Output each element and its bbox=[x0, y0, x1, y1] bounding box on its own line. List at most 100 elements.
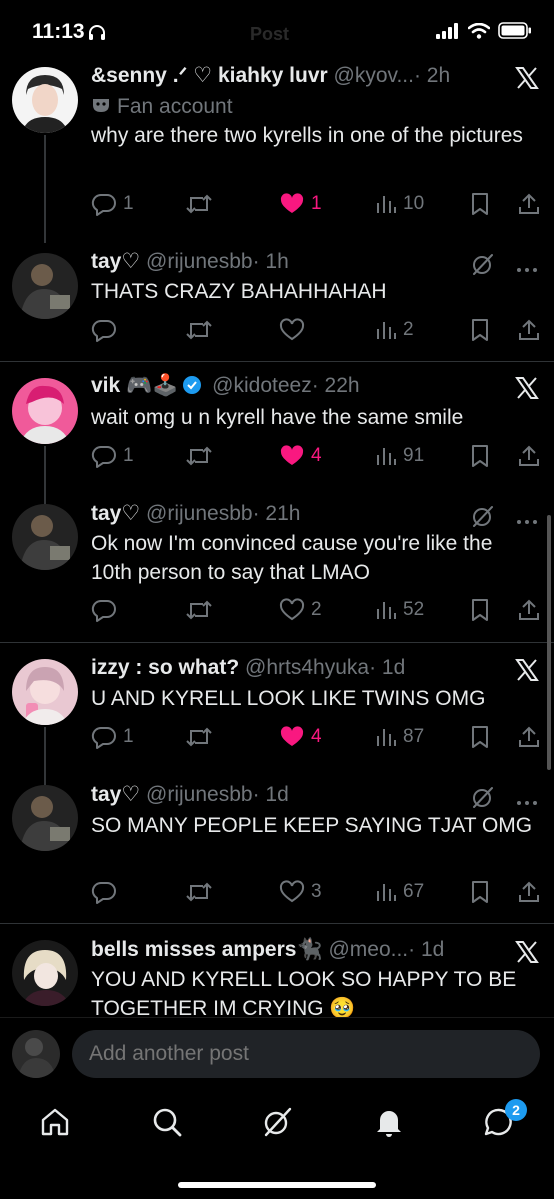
page-title: Post bbox=[250, 24, 290, 44]
avatar[interactable] bbox=[12, 67, 78, 133]
grok-icon[interactable] bbox=[470, 503, 496, 529]
avatar[interactable] bbox=[12, 253, 78, 319]
grok-icon[interactable] bbox=[470, 784, 496, 810]
liked-heart-icon bbox=[280, 193, 304, 213]
post-header: vik 🎮🕹️ @kidoteez· 22h bbox=[91, 373, 490, 399]
bookmark-icon[interactable] bbox=[469, 725, 491, 749]
avatar[interactable] bbox=[12, 940, 78, 1006]
replies-feed[interactable]: &senny .ᐟ ♡ kiahky luvr @kyov...· 2h Fan… bbox=[0, 55, 554, 1017]
more-options-icon[interactable] bbox=[516, 519, 538, 525]
more-options-icon[interactable] bbox=[516, 267, 538, 273]
post-header: tay♡ @rijunesbb· 21h bbox=[91, 501, 490, 527]
post-time: · 1d bbox=[369, 656, 406, 679]
bookmark-button[interactable] bbox=[469, 315, 491, 345]
repost-button[interactable] bbox=[185, 441, 219, 471]
grok-icon[interactable] bbox=[260, 1105, 294, 1139]
share-icon[interactable] bbox=[517, 318, 541, 342]
views-button[interactable]: 91 bbox=[375, 441, 424, 471]
share-button[interactable] bbox=[517, 877, 541, 907]
grok-icon[interactable] bbox=[470, 251, 496, 277]
x-logo-icon[interactable] bbox=[514, 375, 540, 401]
repost-button[interactable] bbox=[185, 189, 219, 219]
reply-count: 1 bbox=[123, 193, 134, 214]
user-handle[interactable]: @rijunesbb bbox=[146, 250, 253, 273]
home-icon[interactable] bbox=[38, 1105, 72, 1139]
display-name[interactable]: bells misses ampers🐈‍⬛ bbox=[91, 938, 323, 961]
bookmark-button[interactable] bbox=[469, 722, 491, 752]
divider bbox=[0, 923, 554, 924]
liked-heart-icon bbox=[280, 726, 304, 746]
views-button[interactable]: 52 bbox=[375, 595, 424, 625]
share-button[interactable] bbox=[517, 595, 541, 625]
reply-button[interactable] bbox=[91, 877, 123, 907]
repost-button[interactable] bbox=[185, 315, 219, 345]
reply-button[interactable]: 1 bbox=[91, 441, 134, 471]
bookmark-button[interactable] bbox=[469, 595, 491, 625]
repost-button[interactable] bbox=[185, 722, 219, 752]
share-button[interactable] bbox=[517, 722, 541, 752]
post-header: izzy : so what? @hrts4hyuka· 1d bbox=[91, 655, 490, 681]
display-name[interactable]: &senny .ᐟ ♡ kiahky luvr bbox=[91, 64, 328, 87]
user-handle[interactable]: @kidoteez bbox=[212, 374, 312, 397]
user-handle[interactable]: @kyov... bbox=[334, 64, 414, 87]
display-name[interactable]: tay♡ bbox=[91, 783, 140, 806]
share-icon[interactable] bbox=[517, 880, 541, 904]
bookmark-icon[interactable] bbox=[469, 880, 491, 904]
reply-button[interactable]: 1 bbox=[91, 189, 134, 219]
like-button[interactable]: 1 bbox=[279, 189, 322, 219]
user-handle[interactable]: @hrts4hyuka bbox=[245, 656, 369, 679]
share-button[interactable] bbox=[517, 441, 541, 471]
views-button[interactable]: 2 bbox=[375, 315, 414, 345]
like-button[interactable] bbox=[279, 315, 311, 345]
views-button[interactable]: 10 bbox=[375, 189, 424, 219]
reply-button[interactable]: 1 bbox=[91, 722, 134, 752]
display-name[interactable]: vik 🎮🕹️ bbox=[91, 374, 178, 397]
share-icon[interactable] bbox=[517, 444, 541, 468]
reply-button[interactable] bbox=[91, 315, 123, 345]
search-icon[interactable] bbox=[150, 1105, 184, 1139]
x-logo-icon[interactable] bbox=[514, 65, 540, 91]
bookmark-icon[interactable] bbox=[469, 444, 491, 468]
like-button[interactable]: 4 bbox=[279, 441, 322, 471]
display-name[interactable]: tay♡ bbox=[91, 502, 140, 525]
share-button[interactable] bbox=[517, 189, 541, 219]
share-button[interactable] bbox=[517, 315, 541, 345]
avatar[interactable] bbox=[12, 659, 78, 725]
user-handle[interactable]: @rijunesbb bbox=[146, 783, 253, 806]
like-button[interactable]: 2 bbox=[279, 595, 322, 625]
views-button[interactable]: 87 bbox=[375, 722, 424, 752]
like-button[interactable]: 3 bbox=[279, 877, 322, 907]
repost-icon bbox=[186, 446, 212, 466]
scrollbar[interactable] bbox=[547, 515, 551, 770]
share-icon[interactable] bbox=[517, 725, 541, 749]
share-icon[interactable] bbox=[517, 192, 541, 216]
avatar[interactable] bbox=[12, 378, 78, 444]
share-icon[interactable] bbox=[517, 598, 541, 622]
bookmark-icon[interactable] bbox=[469, 318, 491, 342]
display-name[interactable]: tay♡ bbox=[91, 250, 140, 273]
more-options-icon[interactable] bbox=[516, 800, 538, 806]
user-handle[interactable]: @meo... bbox=[328, 938, 408, 961]
bookmark-button[interactable] bbox=[469, 877, 491, 907]
notifications-bell-icon[interactable] bbox=[372, 1105, 406, 1139]
reply-button[interactable] bbox=[91, 595, 123, 625]
bookmark-icon[interactable] bbox=[469, 598, 491, 622]
like-button[interactable]: 4 bbox=[279, 722, 322, 752]
reply-icon bbox=[91, 193, 116, 216]
repost-button[interactable] bbox=[185, 595, 219, 625]
reply-input[interactable] bbox=[72, 1030, 540, 1078]
post-text: why are there two kyrells in one of the … bbox=[91, 124, 523, 147]
repost-button[interactable] bbox=[185, 877, 219, 907]
account-label-text: Fan account bbox=[117, 95, 233, 118]
user-handle[interactable]: @rijunesbb bbox=[146, 502, 253, 525]
x-logo-icon[interactable] bbox=[514, 657, 540, 683]
avatar[interactable] bbox=[12, 504, 78, 570]
bookmark-button[interactable] bbox=[469, 189, 491, 219]
display-name[interactable]: izzy : so what? bbox=[91, 656, 239, 679]
post-header: bells misses ampers🐈‍⬛ @meo...· 1d bbox=[91, 937, 490, 963]
bookmark-icon[interactable] bbox=[469, 192, 491, 216]
x-logo-icon[interactable] bbox=[514, 939, 540, 965]
bookmark-button[interactable] bbox=[469, 441, 491, 471]
avatar[interactable] bbox=[12, 785, 78, 851]
views-button[interactable]: 67 bbox=[375, 877, 424, 907]
